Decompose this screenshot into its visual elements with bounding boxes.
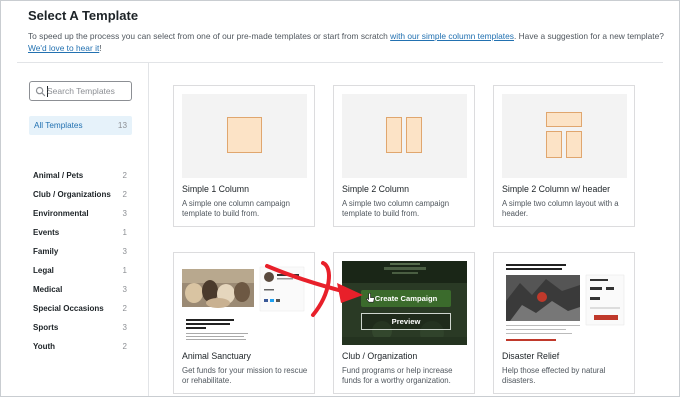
template-card-animal-sanctuary[interactable]: Animal Sanctuary Get funds for your miss… [173, 252, 315, 394]
column-block [386, 117, 402, 153]
template-description: Fund programs or help increase funds for… [342, 366, 453, 385]
template-description: Get funds for your mission to rescue or … [182, 366, 308, 385]
column-block [546, 131, 562, 158]
template-description: Help those effected by natural disasters… [502, 366, 606, 385]
divider [148, 63, 149, 396]
search-icon [35, 86, 46, 97]
template-card-club-organization[interactable]: Create Campaign Preview Club / Organizat… [333, 252, 475, 394]
template-name: Simple 1 Column [182, 184, 249, 194]
template-description: A simple one column campaign template to… [182, 199, 290, 218]
sidebar-item-count: 2 [122, 190, 127, 199]
header-block [546, 112, 582, 127]
template-thumbnail: Create Campaign Preview [342, 261, 467, 345]
sidebar-item-count: 3 [122, 323, 127, 332]
template-card-disaster-relief[interactable]: Disaster Relief Help those effected by n… [493, 252, 635, 394]
hand-cursor-icon [366, 293, 375, 303]
description-text: ! [99, 43, 102, 53]
sidebar-item-count: 1 [122, 266, 127, 275]
sidebar-item-label: Events [33, 228, 60, 237]
page-title: Select A Template [28, 8, 139, 23]
search-input[interactable] [47, 84, 129, 98]
template-card-simple-1-column[interactable]: Simple 1 Column A simple one column camp… [173, 85, 315, 227]
sidebar-item-events[interactable]: Events 1 [33, 227, 127, 246]
template-thumbnail [342, 94, 467, 178]
sidebar-item-label: Animal / Pets [33, 171, 84, 180]
sidebar-item-label: Youth [33, 342, 56, 351]
template-thumbnail [182, 94, 307, 178]
template-description: A simple two column layout with a header… [502, 199, 619, 218]
sidebar-item-count: 2 [122, 342, 127, 351]
sidebar-item-label: Sports [33, 323, 59, 332]
sidebar-item-label: Family [33, 247, 59, 256]
animal-sanctuary-preview-image [182, 266, 305, 340]
sidebar-item-label: Club / Organizations [33, 190, 111, 199]
sidebar-item-family[interactable]: Family 3 [33, 246, 127, 265]
sidebar-item-count: 3 [122, 209, 127, 218]
sidebar-item-medical[interactable]: Medical 3 [33, 284, 127, 303]
sidebar-item-label: Legal [33, 266, 54, 275]
description-text: . Have a suggestion for a new template? [513, 31, 664, 41]
template-thumbnail [502, 94, 627, 178]
description-text: To speed up the process you can select f… [28, 31, 391, 41]
sidebar-item-sports[interactable]: Sports 3 [33, 322, 127, 341]
column-block [227, 117, 262, 153]
template-name: Simple 2 Column w/ header [502, 184, 611, 194]
sidebar-item-youth[interactable]: Youth 2 [33, 341, 127, 360]
category-list: Animal / Pets 2 Club / Organizations 2 Env… [33, 170, 127, 360]
template-thumbnail [182, 261, 307, 345]
sidebar-item-count: 1 [122, 228, 127, 237]
header-description: To speed up the process you can select f… [28, 30, 668, 54]
sidebar-item-count: 2 [122, 304, 127, 313]
column-block [406, 117, 422, 153]
preview-button[interactable]: Preview [361, 313, 451, 330]
suggestion-link[interactable]: We'd love to hear it [28, 43, 99, 53]
template-modal: Select A Template To speed up the proces… [0, 0, 680, 397]
template-card-simple-2-column-header[interactable]: Simple 2 Column w/ header A simple two c… [493, 85, 635, 227]
sidebar-item-all-templates[interactable]: All Templates 13 [29, 116, 132, 135]
sidebar-item-count: 13 [117, 121, 127, 130]
sidebar-item-legal[interactable]: Legal 1 [33, 265, 127, 284]
sidebar-item-label: Special Occasions [33, 304, 104, 313]
sidebar-item-count: 3 [122, 285, 127, 294]
divider [17, 62, 663, 63]
sidebar-item-special-occasions[interactable]: Special Occasions 2 [33, 303, 127, 322]
sidebar-item-label: Environmental [33, 209, 89, 218]
sidebar-item-label: All Templates [34, 121, 83, 130]
sidebar-item-label: Medical [33, 285, 63, 294]
sidebar-item-count: 3 [122, 247, 127, 256]
sidebar-item-club-organizations[interactable]: Club / Organizations 2 [33, 189, 127, 208]
template-thumbnail [502, 261, 627, 345]
template-description: A simple two column campaign template to… [342, 199, 450, 218]
template-card-simple-2-column[interactable]: Simple 2 Column A simple two column camp… [333, 85, 475, 227]
template-name: Disaster Relief [502, 351, 560, 361]
column-block [566, 131, 582, 158]
sidebar-item-count: 2 [122, 171, 127, 180]
search-box[interactable] [29, 81, 132, 101]
template-name: Simple 2 Column [342, 184, 409, 194]
simple-column-templates-link[interactable]: with our simple column templates [390, 31, 514, 41]
template-name: Animal Sanctuary [182, 351, 251, 361]
arrow-tail [311, 261, 331, 317]
sidebar-item-environmental[interactable]: Environmental 3 [33, 208, 127, 227]
disaster-relief-preview-image [506, 264, 625, 341]
sidebar-item-animal-pets[interactable]: Animal / Pets 2 [33, 170, 127, 189]
modal-header: Select A Template To speed up the proces… [28, 8, 668, 54]
template-name: Club / Organization [342, 351, 418, 361]
